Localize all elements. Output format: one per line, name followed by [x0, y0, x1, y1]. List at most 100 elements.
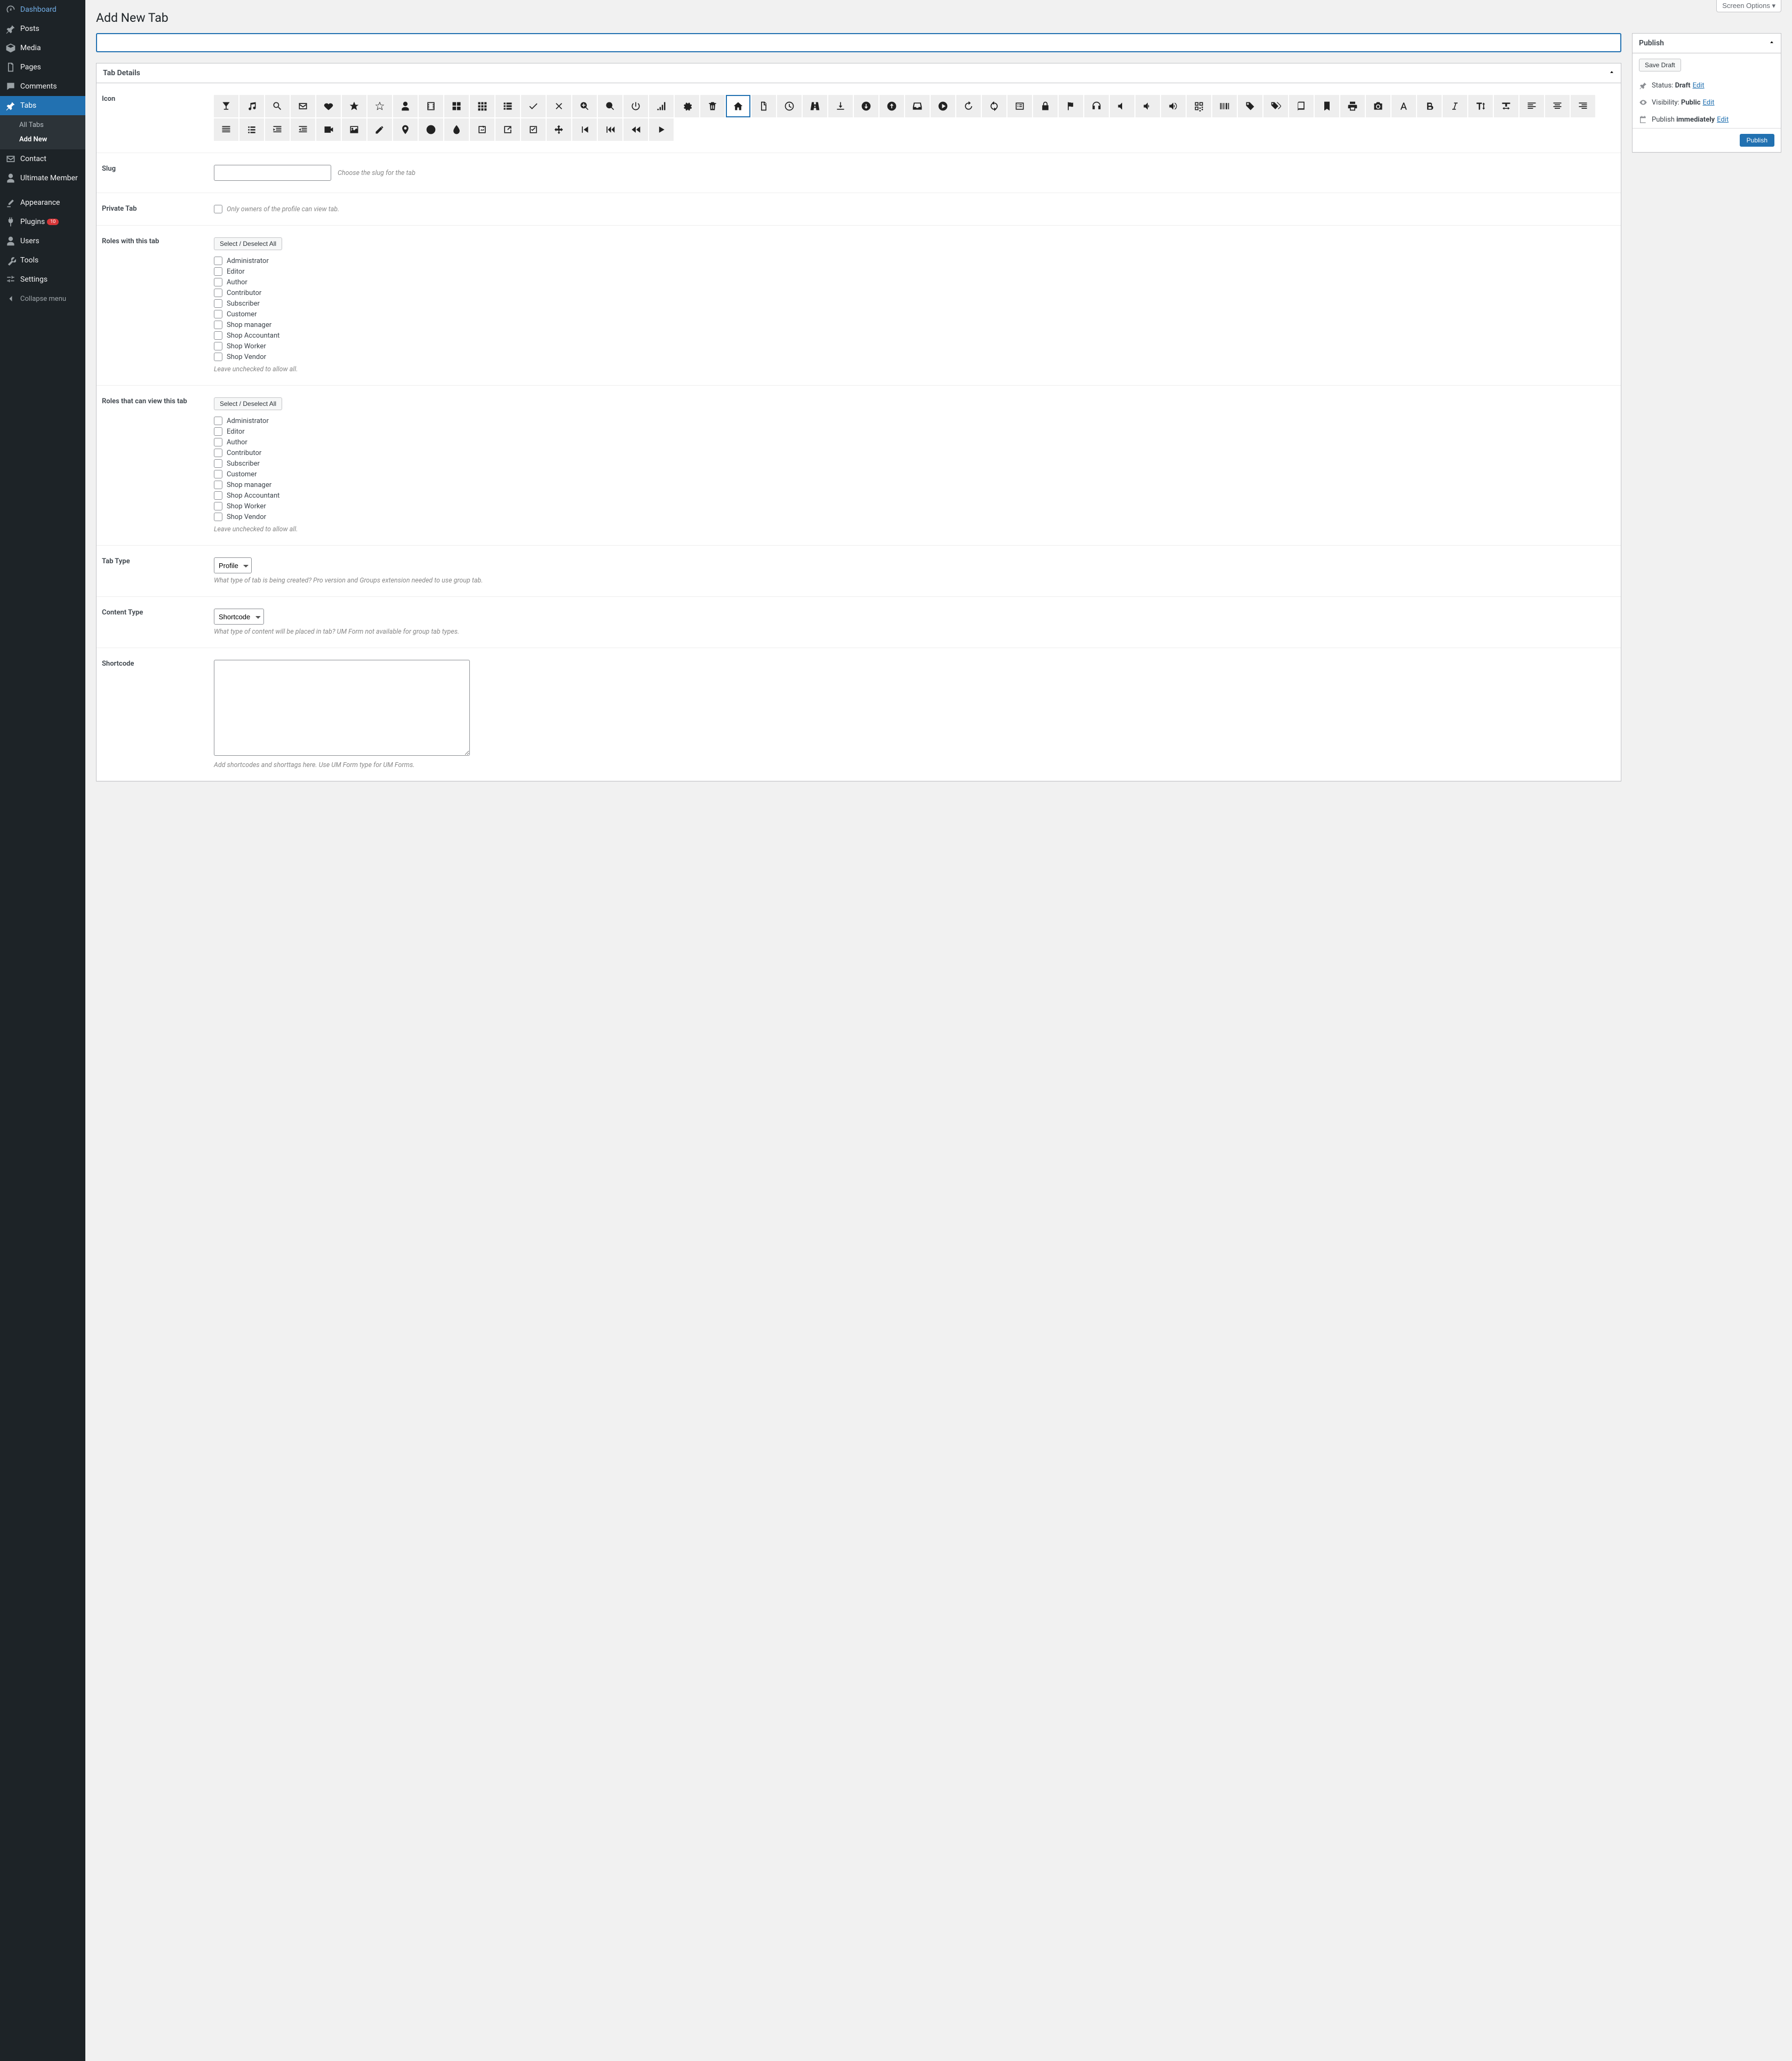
icon-option-cog[interactable]: [675, 95, 699, 117]
icon-option-th-list[interactable]: [495, 95, 520, 117]
role-checkbox[interactable]: [214, 310, 222, 318]
nav-media[interactable]: Media: [0, 38, 85, 58]
icon-option-italic[interactable]: [1443, 95, 1467, 117]
tab-title-input[interactable]: [96, 33, 1621, 52]
shortcode-textarea[interactable]: [214, 660, 470, 756]
icon-option-search-minus[interactable]: [598, 95, 622, 117]
icon-option-adjust[interactable]: [419, 118, 443, 141]
nav-contact[interactable]: Contact: [0, 149, 85, 169]
icon-option-tint[interactable]: [444, 118, 469, 141]
nav-tabs[interactable]: Tabs: [0, 96, 85, 115]
icon-option-download[interactable]: [828, 95, 853, 117]
nav-tabs-all[interactable]: All Tabs: [0, 118, 85, 132]
icon-option-times[interactable]: [547, 95, 571, 117]
icon-option-volume-off[interactable]: [1110, 95, 1134, 117]
select-deselect-roles-with[interactable]: Select / Deselect All: [214, 237, 282, 250]
nav-posts[interactable]: Posts: [0, 19, 85, 38]
icon-option-search[interactable]: [265, 95, 290, 117]
icon-option-envelope[interactable]: [291, 95, 315, 117]
role-option[interactable]: Shop Vendor: [214, 512, 1615, 522]
role-option[interactable]: Administrator: [214, 416, 1615, 426]
icon-option-refresh[interactable]: [982, 95, 1006, 117]
toggle-box-icon[interactable]: [1603, 68, 1621, 78]
icon-option-volume-up[interactable]: [1161, 95, 1186, 117]
role-option[interactable]: Editor: [214, 426, 1615, 437]
icon-option-step-backward[interactable]: [572, 118, 597, 141]
icon-option-arrows[interactable]: [547, 118, 571, 141]
role-checkbox[interactable]: [214, 342, 222, 350]
role-option[interactable]: Shop manager: [214, 319, 1615, 330]
icon-option-book[interactable]: [1289, 95, 1314, 117]
icon-option-glass[interactable]: [214, 95, 238, 117]
role-checkbox[interactable]: [214, 267, 222, 276]
icon-option-th-large[interactable]: [444, 95, 469, 117]
icon-option-user[interactable]: [393, 95, 418, 117]
icon-option-inbox[interactable]: [905, 95, 930, 117]
icon-option-search-plus[interactable]: [572, 95, 597, 117]
icon-option-play[interactable]: [649, 118, 674, 141]
role-option[interactable]: Shop Accountant: [214, 330, 1615, 341]
icon-option-font[interactable]: [1391, 95, 1416, 117]
icon-option-repeat[interactable]: [956, 95, 981, 117]
screen-options-toggle[interactable]: Screen Options ▾: [1716, 0, 1781, 12]
publish-button[interactable]: Publish: [1740, 134, 1774, 147]
edit-visibility-link[interactable]: Edit: [1703, 99, 1715, 107]
icon-option-print[interactable]: [1340, 95, 1365, 117]
role-option[interactable]: Shop Accountant: [214, 490, 1615, 501]
icon-option-image[interactable]: [342, 118, 366, 141]
role-checkbox[interactable]: [214, 513, 222, 521]
nav-settings[interactable]: Settings: [0, 270, 85, 289]
icon-option-qrcode[interactable]: [1187, 95, 1211, 117]
role-checkbox[interactable]: [214, 502, 222, 510]
role-checkbox[interactable]: [214, 470, 222, 478]
icon-option-tag[interactable]: [1238, 95, 1262, 117]
icon-option-list[interactable]: [239, 118, 264, 141]
icon-option-text-height[interactable]: [1468, 95, 1493, 117]
icon-option-share[interactable]: [495, 118, 520, 141]
icon-option-camera[interactable]: [1366, 95, 1390, 117]
role-checkbox[interactable]: [214, 417, 222, 425]
icon-option-trash[interactable]: [700, 95, 725, 117]
role-checkbox[interactable]: [214, 331, 222, 340]
icon-option-road[interactable]: [803, 95, 827, 117]
icon-option-music[interactable]: [239, 95, 264, 117]
icon-option-arrow-circle-up[interactable]: [879, 95, 904, 117]
icon-option-headphones[interactable]: [1084, 95, 1109, 117]
icon-option-map-marker[interactable]: [393, 118, 418, 141]
icon-option-list-alt[interactable]: [1007, 95, 1032, 117]
role-option[interactable]: Administrator: [214, 255, 1615, 266]
role-checkbox[interactable]: [214, 289, 222, 297]
nav-appearance[interactable]: Appearance: [0, 193, 85, 212]
icon-option-heart[interactable]: [316, 95, 341, 117]
icon-option-align-justify[interactable]: [214, 118, 238, 141]
role-option[interactable]: Contributor: [214, 287, 1615, 298]
select-deselect-roles-view[interactable]: Select / Deselect All: [214, 397, 282, 410]
nav-ultimate-member[interactable]: Ultimate Member: [0, 169, 85, 188]
role-checkbox[interactable]: [214, 257, 222, 265]
content-type-select[interactable]: Shortcode: [214, 609, 264, 625]
role-checkbox[interactable]: [214, 353, 222, 361]
nav-tabs-add[interactable]: Add New: [0, 132, 85, 147]
role-option[interactable]: Subscriber: [214, 458, 1615, 469]
icon-option-star[interactable]: [342, 95, 366, 117]
role-checkbox[interactable]: [214, 481, 222, 489]
icon-option-check-square[interactable]: [521, 118, 546, 141]
collapse-menu[interactable]: Collapse menu: [0, 289, 85, 308]
icon-option-star-o[interactable]: [367, 95, 392, 117]
role-checkbox[interactable]: [214, 438, 222, 446]
edit-status-link[interactable]: Edit: [1693, 82, 1705, 90]
private-tab-checkbox[interactable]: [214, 205, 222, 213]
role-checkbox[interactable]: [214, 491, 222, 500]
icon-option-barcode[interactable]: [1212, 95, 1237, 117]
icon-option-volume-down[interactable]: [1135, 95, 1160, 117]
icon-option-backward[interactable]: [623, 118, 648, 141]
nav-dashboard[interactable]: Dashboard: [0, 0, 85, 19]
icon-option-th[interactable]: [470, 95, 494, 117]
icon-option-play-circle[interactable]: [931, 95, 955, 117]
role-option[interactable]: Customer: [214, 309, 1615, 319]
role-checkbox[interactable]: [214, 299, 222, 308]
icon-option-align-center[interactable]: [1545, 95, 1570, 117]
icon-option-video[interactable]: [316, 118, 341, 141]
nav-users[interactable]: Users: [0, 231, 85, 251]
role-option[interactable]: Shop manager: [214, 480, 1615, 490]
